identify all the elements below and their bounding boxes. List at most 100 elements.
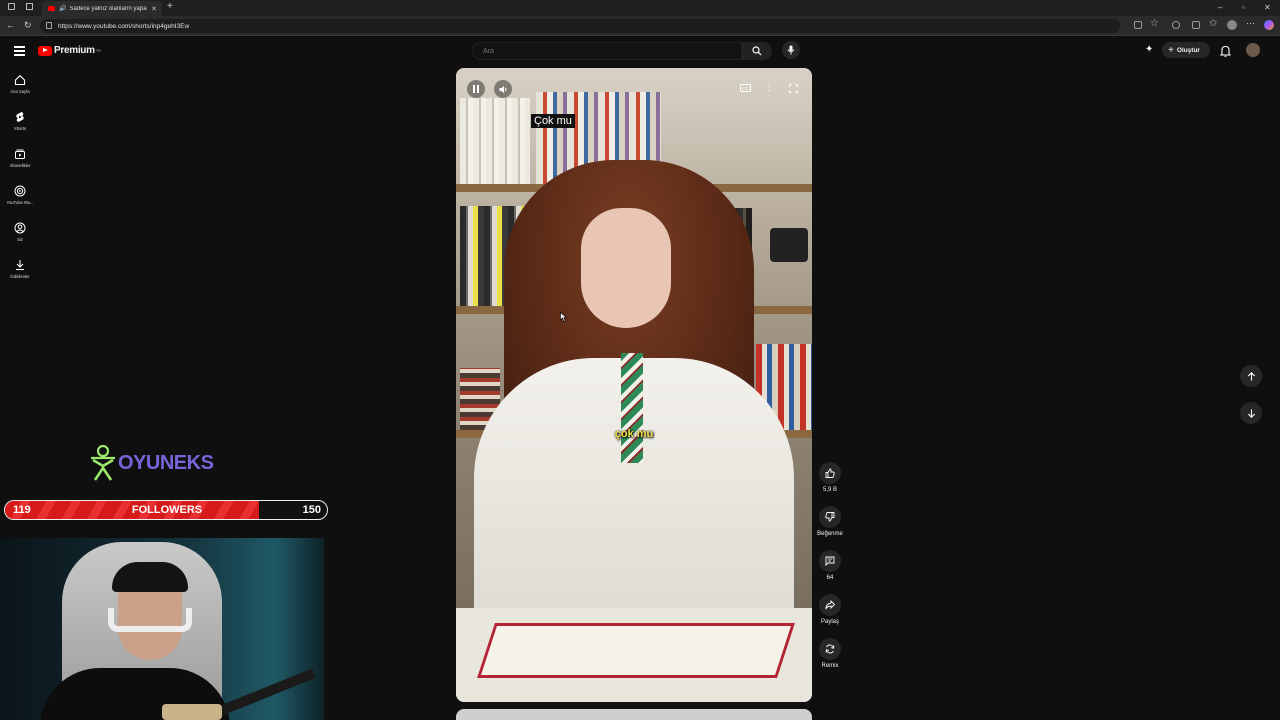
sidebar-item-label: Ana Sayfa (10, 89, 30, 94)
logo-region: TR (95, 48, 102, 53)
sidebar-item-label: Siz (17, 237, 23, 242)
next-short-preview[interactable] (456, 709, 812, 720)
comments-button[interactable] (819, 550, 841, 572)
dislike-action[interactable]: Beğenme (815, 506, 845, 537)
caption-overlay: çok mu (614, 428, 654, 440)
followers-goal-bar: 119 FOLLOWERS 150 (4, 500, 328, 520)
subscriptions-icon (15, 149, 25, 159)
you-icon (14, 222, 26, 234)
favorite-star-icon[interactable]: ☆ (1150, 18, 1159, 29)
new-tab-icon[interactable]: + (167, 1, 173, 12)
logo-text: Premium (54, 45, 95, 56)
sidebar-item-subscriptions[interactable]: Abonelikler (0, 148, 40, 178)
previous-short-button[interactable] (1240, 365, 1262, 387)
vertical-dots-icon: ⋮ (764, 82, 774, 93)
pause-button[interactable] (467, 80, 485, 98)
comment-count: 64 (826, 575, 834, 581)
remix-icon (825, 644, 835, 654)
remix-button[interactable] (819, 638, 841, 660)
sidebar-item-you[interactable]: Siz (0, 222, 40, 252)
puzzle-extension-icon[interactable] (1192, 21, 1200, 29)
active-tab[interactable]: 🔊 Sadece yalnız olanların yapa ✕ (42, 1, 162, 16)
sidebar-item-label: İndirilenler (10, 274, 30, 279)
profile-icon[interactable] (1227, 20, 1237, 30)
sidebar-item-downloads[interactable]: İndirilenler (0, 259, 40, 289)
presenter-face (581, 208, 671, 328)
share-icon (825, 600, 835, 610)
comments-action[interactable]: 64 (815, 550, 845, 581)
comment-icon (825, 556, 835, 566)
like-count: 5,9 B (822, 487, 837, 493)
remix-label: Remix (821, 663, 839, 669)
speaker-icon[interactable]: 🔊 (59, 5, 66, 12)
url-field[interactable]: https://www.youtube.com/shorts/inp4gehI3… (40, 19, 1120, 33)
create-label: Oluştur (1176, 46, 1200, 54)
captions-icon: CC (739, 84, 751, 92)
extension-icon[interactable] (1172, 21, 1180, 29)
thumbs-down-icon (825, 512, 835, 522)
workspaces-icon[interactable] (8, 3, 15, 10)
restore-icon[interactable]: ▫ (1242, 3, 1245, 12)
url-text: https://www.youtube.com/shorts/inp4gehI3… (58, 22, 190, 30)
brand-logo: OYUNEKS (90, 444, 214, 482)
read-aloud-icon[interactable] (1134, 21, 1142, 29)
share-button[interactable] (819, 594, 841, 616)
youtube-header: Premium TR ✦ + Oluştur (0, 37, 1280, 65)
microphone (162, 704, 222, 720)
minimize-icon[interactable]: – (1218, 3, 1222, 12)
home-icon (14, 75, 26, 86)
caption-top: Çok mu (531, 114, 575, 128)
more-options-icon[interactable]: ⋯ (1246, 18, 1255, 29)
share-action[interactable]: Paylaş (815, 594, 845, 625)
tab-actions-icon[interactable] (26, 3, 33, 10)
voice-search-button[interactable] (782, 41, 800, 59)
streamer-webcam (0, 538, 324, 720)
shorts-video-player[interactable]: CC ⋮ Çok mu çok mu (456, 68, 812, 702)
favorites-icon[interactable]: ✩ (1209, 18, 1217, 29)
oyuneks-mascot-icon (91, 444, 115, 481)
search-icon (752, 46, 762, 56)
sidebar-item-label: Abonelikler (9, 163, 31, 168)
account-avatar[interactable] (1246, 43, 1260, 57)
fullscreen-button[interactable] (785, 80, 801, 96)
volume-button[interactable] (494, 80, 512, 98)
sidebar-item-home[interactable]: Ana Sayfa (0, 74, 40, 104)
notifications-bell-icon[interactable] (1220, 45, 1231, 57)
close-icon[interactable]: ✕ (1264, 3, 1271, 12)
book-stack (460, 98, 530, 184)
create-button[interactable]: + Oluştur (1162, 42, 1210, 58)
browser-tab-bar: 🔊 Sadece yalnız olanların yapa ✕ + – ▫ ✕ (0, 0, 1280, 16)
plus-icon: + (1168, 44, 1174, 56)
notebook (477, 623, 795, 678)
site-info-icon[interactable] (46, 22, 52, 29)
more-options-button[interactable]: ⋮ (761, 80, 777, 96)
captions-button[interactable]: CC (737, 80, 753, 96)
search-input[interactable] (472, 42, 742, 60)
copilot-icon[interactable] (1264, 20, 1274, 30)
cast-icon[interactable]: ✦ (1145, 44, 1153, 55)
sidebar-item-youtube-music[interactable]: YouTube Mu... (0, 185, 40, 215)
sidebar-item-label: YouTube Mu... (6, 200, 34, 205)
reload-icon[interactable]: ↻ (24, 20, 32, 31)
arrow-up-icon (1247, 371, 1255, 380)
download-icon (16, 260, 24, 271)
dislike-button[interactable] (819, 506, 841, 528)
next-short-button[interactable] (1240, 402, 1262, 424)
youtube-play-icon (38, 45, 52, 56)
search-button[interactable] (742, 42, 772, 60)
hamburger-menu-icon[interactable] (14, 46, 25, 58)
like-button[interactable] (819, 462, 841, 484)
like-action[interactable]: 5,9 B (815, 462, 845, 493)
youtube-premium-logo[interactable]: Premium TR (38, 45, 101, 56)
volume-icon (499, 85, 506, 93)
remix-action[interactable]: Remix (815, 638, 845, 669)
address-bar-row: ← ↻ https://www.youtube.com/shorts/inp4g… (0, 16, 1280, 36)
arrow-down-icon (1247, 409, 1255, 418)
sidebar-item-label: Shorts (13, 126, 27, 131)
presenter-tie (621, 353, 643, 463)
pause-icon (473, 85, 479, 93)
back-icon[interactable]: ← (6, 20, 15, 30)
sidebar-item-shorts[interactable]: Shorts (0, 111, 40, 141)
search-box (472, 42, 772, 60)
close-tab-icon[interactable]: ✕ (151, 5, 157, 13)
